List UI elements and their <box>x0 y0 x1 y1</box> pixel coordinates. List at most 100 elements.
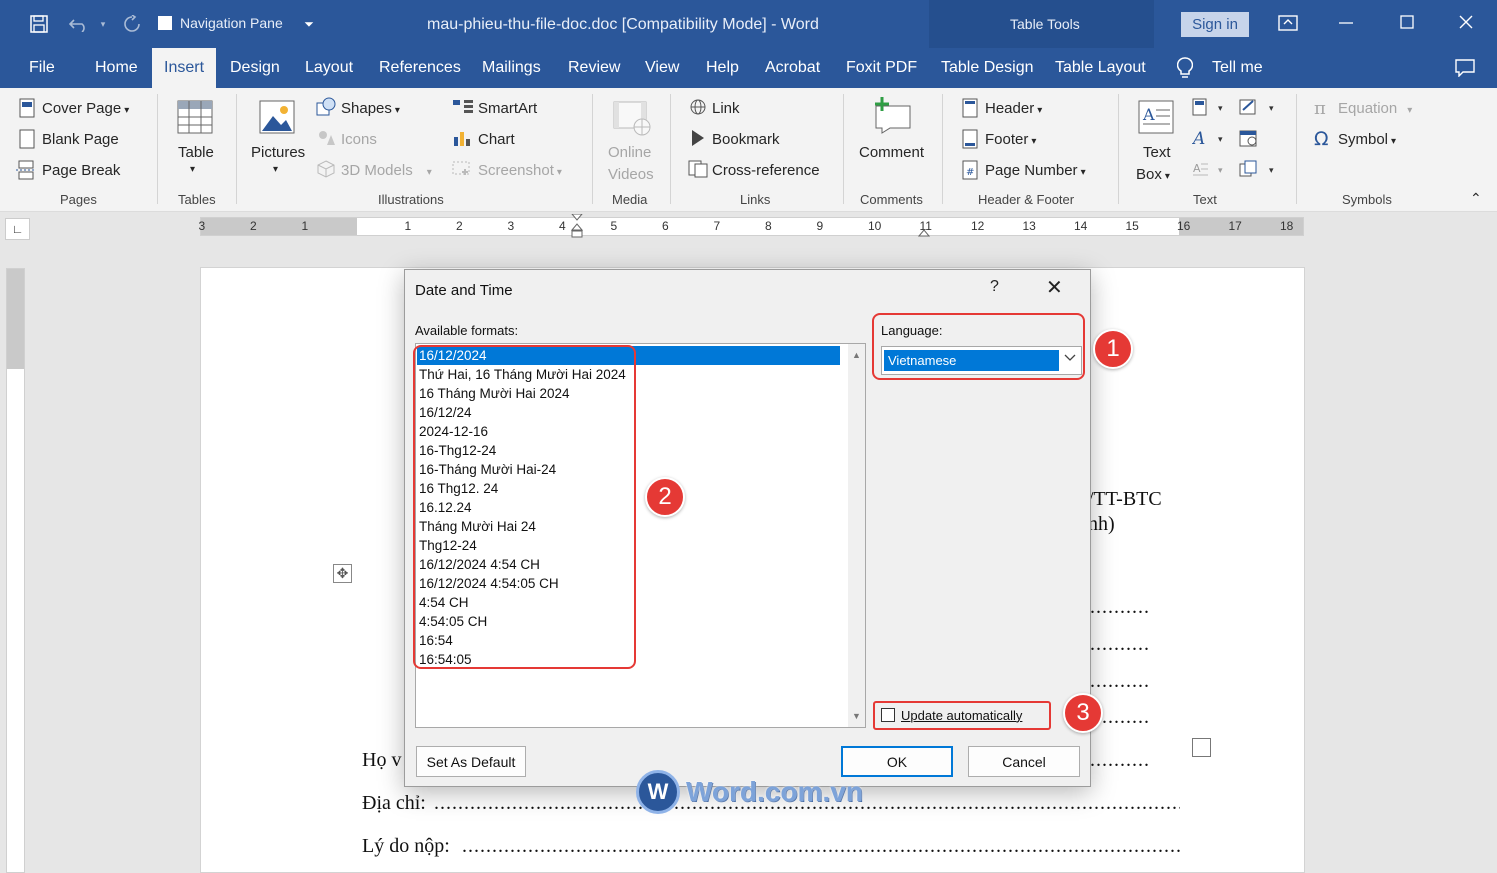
close-window-icon[interactable] <box>1454 11 1478 33</box>
tell-me-search[interactable]: Tell me <box>1212 48 1263 88</box>
sign-in-button[interactable]: Sign in <box>1181 12 1249 37</box>
navigation-pane-checkbox[interactable] <box>158 16 172 30</box>
shapes-icon <box>316 97 336 122</box>
ribbon-display-options-icon[interactable] <box>1276 12 1300 34</box>
omega-icon: Ω <box>1314 128 1329 150</box>
comment-button[interactable]: Comment <box>859 144 924 161</box>
cross-reference-icon <box>688 160 708 183</box>
minimize-icon[interactable] <box>1334 12 1358 34</box>
insert-object-icon[interactable]: ▾ <box>1239 160 1279 183</box>
text-box-button[interactable]: Text <box>1143 144 1171 161</box>
wordart-icon[interactable]: A ▾ <box>1191 129 1228 152</box>
tab-table-layout[interactable]: Table Layout <box>1055 48 1146 88</box>
doc-checkbox[interactable] <box>1192 738 1211 757</box>
customize-qat-icon[interactable]: ⏷ <box>300 14 318 34</box>
undo-dropdown-icon[interactable]: ▾ <box>96 14 110 34</box>
shapes-label: Shapes <box>341 100 392 117</box>
symbol-button[interactable]: Symbol ▾ <box>1338 131 1396 148</box>
svg-text:▾: ▾ <box>1218 104 1223 114</box>
help-button[interactable]: ? <box>990 278 999 296</box>
tab-view[interactable]: View <box>645 48 679 88</box>
page-number-icon: # <box>961 160 979 185</box>
page-break-button[interactable]: Page Break <box>42 162 120 179</box>
lightbulb-icon[interactable] <box>1174 56 1196 80</box>
tab-help[interactable]: Help <box>706 48 739 88</box>
doc-text-circular-2: nh) <box>1088 513 1115 535</box>
maximize-icon[interactable] <box>1395 11 1419 33</box>
bookmark-button[interactable]: Bookmark <box>712 131 780 148</box>
tab-selector-icon[interactable]: ∟ <box>5 218 30 240</box>
text-box-label-2: Box ▾ <box>1136 166 1170 183</box>
tab-file[interactable]: File <box>29 48 55 88</box>
insert-ribbon: Cover Page ▾ Blank Page Page Break Pages … <box>0 88 1497 212</box>
tab-table-design[interactable]: Table Design <box>941 48 1034 88</box>
tab-review[interactable]: Review <box>568 48 620 88</box>
page-number-button[interactable]: Page Number ▾ <box>985 162 1086 179</box>
ribbon-separator <box>1118 94 1119 204</box>
equation-button[interactable]: Equation ▾ <box>1338 100 1412 117</box>
dialog-close-icon[interactable]: ✕ <box>1046 275 1063 300</box>
comments-pane-icon[interactable] <box>1454 57 1476 79</box>
footer-button[interactable]: Footer ▾ <box>985 131 1036 148</box>
ruler-number: 2 <box>456 219 463 233</box>
pictures-dropdown-icon[interactable]: ▾ <box>273 164 278 175</box>
smartart-button[interactable]: SmartArt <box>478 100 537 117</box>
date-time-icon[interactable] <box>1239 129 1259 152</box>
header-button[interactable]: Header ▾ <box>985 100 1042 117</box>
header-icon <box>961 98 979 123</box>
undo-icon[interactable] <box>66 12 92 36</box>
doc-dots: .......... <box>1090 749 1150 771</box>
scroll-up-icon[interactable]: ▲ <box>852 350 861 360</box>
tab-layout[interactable]: Layout <box>305 48 353 88</box>
set-as-default-button[interactable]: Set As Default <box>416 746 526 777</box>
tab-mailings[interactable]: Mailings <box>482 48 541 88</box>
table-dropdown-icon[interactable]: ▾ <box>190 164 195 175</box>
horizontal-ruler[interactable]: 3 2 1 1 2 3 4 5 6 7 8 9 10 11 12 13 14 15 16 17 18 <box>199 213 1304 238</box>
cover-page-button[interactable]: Cover Page ▾ <box>42 100 129 117</box>
doc-dots: .......... <box>1090 670 1150 692</box>
save-icon[interactable] <box>28 13 50 35</box>
right-indent-marker-icon[interactable] <box>917 226 931 238</box>
formats-scrollbar[interactable]: ▲ ▼ <box>848 344 865 727</box>
tab-acrobat[interactable]: Acrobat <box>765 48 820 88</box>
tab-insert[interactable]: Insert <box>152 48 217 88</box>
cross-reference-button[interactable]: Cross-reference <box>712 162 820 179</box>
indent-marker-icon[interactable] <box>570 213 584 238</box>
table-icon <box>177 100 213 139</box>
bookmark-icon <box>690 129 706 152</box>
drop-cap-icon[interactable]: A ▾ <box>1192 160 1228 183</box>
screenshot-label: Screenshot <box>478 162 554 179</box>
tab-foxit-pdf[interactable]: Foxit PDF <box>846 48 917 88</box>
header-footer-group-label: Header & Footer <box>978 192 1075 207</box>
table-button[interactable]: Table <box>178 144 214 161</box>
table-move-handle-icon[interactable]: ✥ <box>333 564 352 583</box>
annotation-badge-3: 3 <box>1063 693 1103 733</box>
text-group-label: Text <box>1193 192 1217 207</box>
collapse-ribbon-icon[interactable]: ⌃ <box>1470 190 1482 207</box>
online-videos-button[interactable]: Online <box>608 144 651 161</box>
doc-text-circular: /TT-BTC <box>1088 488 1162 510</box>
page-number-label: Page Number <box>985 162 1078 179</box>
scroll-down-icon[interactable]: ▼ <box>852 711 861 721</box>
ruler-number: 18 <box>1280 219 1294 233</box>
blank-page-icon <box>18 129 36 154</box>
tab-home[interactable]: Home <box>95 48 138 88</box>
screenshot-button[interactable]: Screenshot ▾ <box>478 162 562 179</box>
blank-page-button[interactable]: Blank Page <box>42 131 119 148</box>
chart-button[interactable]: Chart <box>478 131 515 148</box>
pictures-button[interactable]: Pictures <box>251 144 305 161</box>
ruler-number: 15 <box>1125 219 1139 233</box>
vertical-ruler[interactable] <box>6 268 25 873</box>
icons-button[interactable]: Icons <box>341 131 377 148</box>
tab-references[interactable]: References <box>379 48 461 88</box>
svg-text:▾: ▾ <box>1218 166 1223 176</box>
quick-parts-icon[interactable]: ▾ <box>1192 98 1228 121</box>
cancel-button[interactable]: Cancel <box>968 746 1080 777</box>
doc-ly-do: Lý do nộp: .............................… <box>362 835 1180 858</box>
tab-design[interactable]: Design <box>230 48 280 88</box>
shapes-button[interactable]: Shapes ▾ <box>341 100 400 117</box>
redo-icon[interactable] <box>120 12 144 36</box>
signature-line-icon[interactable]: ▾ <box>1239 98 1279 121</box>
3d-models-button[interactable]: 3D Models ▾ <box>341 162 432 179</box>
link-button[interactable]: Link <box>712 100 740 117</box>
